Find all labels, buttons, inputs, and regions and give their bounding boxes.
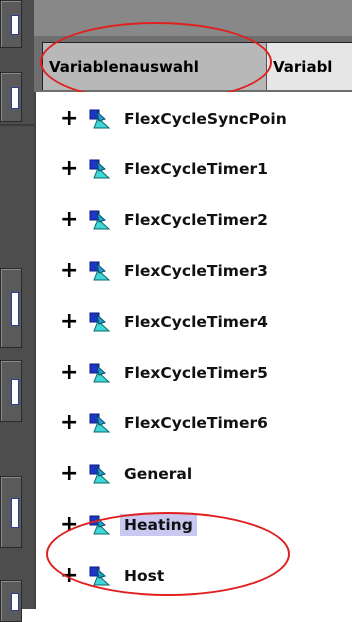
tree-item[interactable]: + FlexCycleTimer2 [60, 205, 272, 235]
expand-icon[interactable]: + [60, 209, 82, 231]
tab-variablenauswahl[interactable]: Variablenauswahl [42, 42, 268, 90]
button-icon [11, 87, 19, 109]
toolbar-button[interactable] [0, 360, 22, 422]
tab-label: Variablenauswahl [49, 57, 199, 76]
button-icon [11, 498, 19, 528]
tree-item-label: FlexCycleTimer6 [124, 414, 268, 432]
tree-item[interactable]: + Host [60, 561, 168, 591]
tab-label: Variabl [273, 57, 333, 76]
tree-item-label: FlexCycleTimer1 [124, 160, 268, 178]
tree-item-label: General [124, 465, 193, 483]
tab-bar-background [34, 0, 352, 36]
left-toolbar [0, 0, 34, 622]
tree-item-label: FlexCycleTimer3 [124, 262, 268, 280]
tree-item-label: FlexCycleTimer5 [124, 364, 268, 382]
expand-icon[interactable]: + [60, 158, 82, 180]
expand-icon[interactable]: + [60, 260, 82, 282]
tab-variabl[interactable]: Variabl [266, 42, 352, 90]
expand-icon[interactable]: + [60, 565, 82, 587]
expand-icon[interactable]: + [60, 108, 82, 130]
variable-group-icon [88, 157, 112, 181]
variable-group-icon [88, 361, 112, 385]
variable-group-icon [88, 208, 112, 232]
variable-group-icon [88, 107, 112, 131]
tree-item[interactable]: + FlexCycleTimer4 [60, 307, 272, 337]
button-icon [11, 292, 19, 326]
tree-item-label: Host [124, 567, 165, 585]
tree-item-label: FlexCycleTimer4 [124, 313, 268, 331]
tree-item[interactable]: + FlexCycleSyncPoin [60, 104, 291, 134]
tree-item-label: FlexCycleTimer2 [124, 211, 268, 229]
expand-icon[interactable]: + [60, 311, 82, 333]
toolbar-button[interactable] [0, 476, 22, 548]
variable-group-icon [88, 462, 112, 486]
variable-tree: + FlexCycleSyncPoin + FlexCycleTimer1 + FlexC… [34, 92, 352, 609]
variable-group-icon [88, 564, 112, 588]
tree-item-label: Heating [120, 514, 197, 536]
variable-group-icon [88, 411, 112, 435]
tree-item[interactable]: + FlexCycleTimer1 [60, 154, 272, 184]
tree-item-label: FlexCycleSyncPoin [124, 110, 287, 128]
expand-icon[interactable]: + [60, 362, 82, 384]
toolbar-button[interactable] [0, 0, 22, 48]
button-icon [11, 593, 19, 611]
expand-icon[interactable]: + [60, 514, 82, 536]
tree-item[interactable]: + FlexCycleTimer3 [60, 256, 272, 286]
toolbar-button[interactable] [0, 580, 22, 622]
variable-group-icon [88, 310, 112, 334]
expand-icon[interactable]: + [60, 412, 82, 434]
divider [0, 124, 34, 126]
toolbar-button[interactable] [0, 72, 22, 122]
variable-group-icon [88, 259, 112, 283]
tree-item[interactable]: + Heating [60, 510, 197, 540]
tree-item[interactable]: + FlexCycleTimer6 [60, 408, 272, 438]
tree-item[interactable]: + General [60, 459, 196, 489]
expand-icon[interactable]: + [60, 463, 82, 485]
tree-item[interactable]: + FlexCycleTimer5 [60, 358, 272, 388]
button-icon [11, 14, 19, 36]
toolbar-button[interactable] [0, 268, 22, 348]
button-icon [11, 379, 19, 405]
variable-group-icon [88, 513, 112, 537]
